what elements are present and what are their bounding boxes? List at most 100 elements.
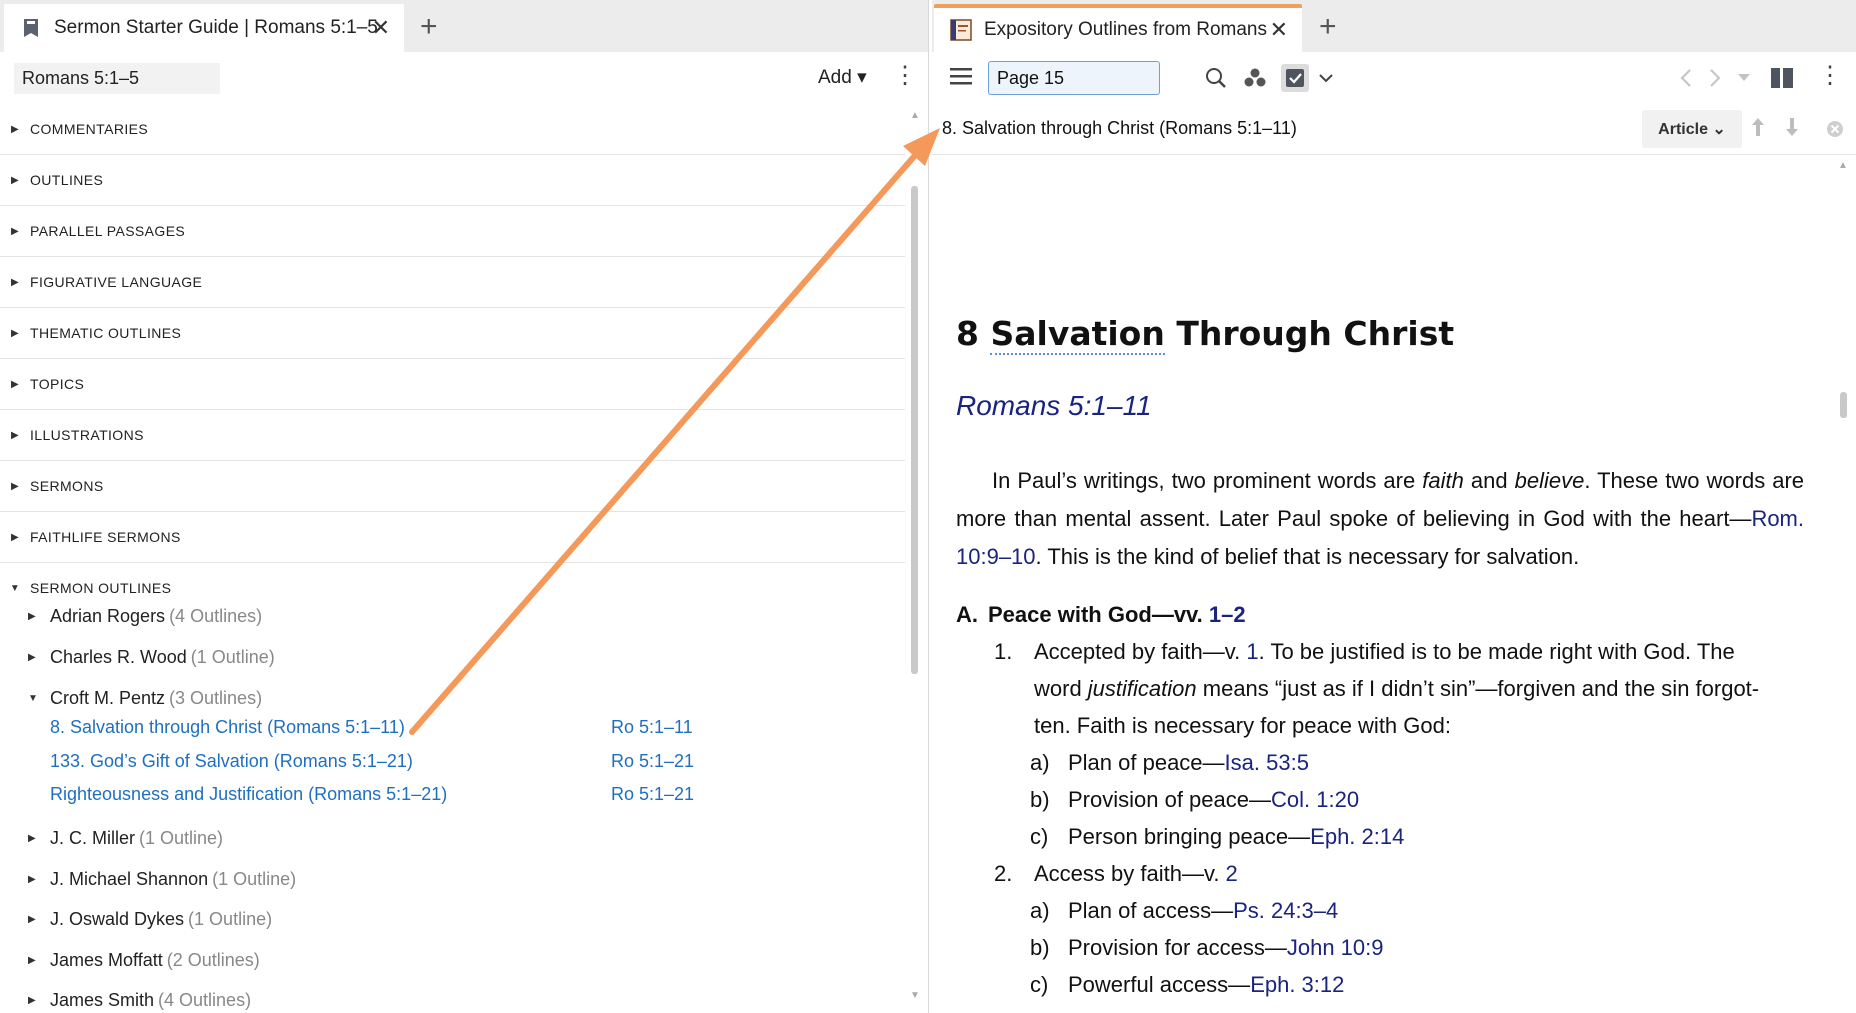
chapter-scripture-ref[interactable]: Romans 5:1–11 (956, 390, 1152, 422)
new-tab-button[interactable]: + (1319, 12, 1337, 42)
outline-link-gods-gift-of-salvation[interactable]: 133. God’s Gift of Salvation (Romans 5:1… (50, 751, 413, 772)
section-faithlife-sermons[interactable]: ▶ FAITHLIFE SERMONS (0, 512, 905, 563)
scroll-up-icon[interactable]: ▲ (910, 110, 920, 121)
checklist-icon[interactable] (1281, 64, 1309, 92)
resource-content: 8 Salvation Through Christ Romans 5:1–11… (956, 154, 1820, 1013)
current-location: 8. Salvation through Christ (Romans 5:1–… (942, 118, 1297, 138)
outline-link-salvation-through-christ[interactable]: 8. Salvation through Christ (Romans 5:1–… (50, 717, 405, 738)
section-outlines[interactable]: ▶ OUTLINES (0, 155, 905, 206)
author-james-smith[interactable]: ▶ James Smith (4 Outlines) (28, 990, 251, 1011)
expand-triangle-icon: ▶ (10, 225, 20, 237)
outline-marker: 1. (994, 639, 1013, 664)
author-croft-m-pentz[interactable]: ▼ Croft M. Pentz (3 Outlines) (28, 688, 262, 709)
intro-paragraph: In Paul’s writings, two prominent words … (956, 462, 1804, 576)
section-label: SERMONS (30, 478, 104, 494)
section-label: TOPICS (30, 376, 85, 392)
clear-location-icon[interactable] (1826, 120, 1844, 143)
next-article-icon[interactable] (1784, 116, 1800, 143)
author-j-c-miller[interactable]: ▶ J. C. Miller (1 Outline) (28, 828, 223, 849)
outline-marker: c) (1030, 972, 1049, 997)
outline-count: (1 Outline) (190, 647, 275, 667)
outline-marker: a) (1030, 898, 1050, 923)
section-figurative-language[interactable]: ▶ FIGURATIVE LANGUAGE (0, 257, 905, 308)
outline-sub-b1: b) Provision of peace—Col. 1:20 (1030, 787, 1359, 813)
scripture-ref-link[interactable]: John 10:9 (1287, 935, 1384, 960)
left-tab-bar: Sermon Starter Guide | Romans 5:1–5 ✕ + (0, 0, 928, 52)
add-menu-button[interactable]: Add ▾ (818, 66, 867, 89)
close-tab-icon[interactable]: ✕ (372, 17, 390, 39)
outline-sub-c2: c) Powerful access—Eph. 3:12 (1030, 972, 1344, 998)
page-input[interactable] (988, 61, 1160, 95)
outline-ref-link[interactable]: Ro 5:1–21 (611, 751, 694, 772)
more-options-icon[interactable]: ⋮ (1818, 64, 1842, 88)
scripture-ref-link[interactable]: Col. 1:20 (1271, 787, 1359, 812)
outline-ref-link[interactable]: Ro 5:1–11 (611, 717, 693, 738)
scripture-ref-link[interactable]: Eph. 2:14 (1310, 824, 1404, 849)
expand-triangle-icon: ▶ (10, 276, 20, 288)
section-commentaries[interactable]: ▶ COMMENTARIES (0, 104, 905, 155)
scripture-ref-link[interactable]: 1 (1246, 639, 1258, 664)
scroll-up-icon[interactable]: ▲ (1838, 160, 1848, 171)
book-cover-icon (948, 17, 974, 43)
scripture-ref-link[interactable]: 2 (1226, 861, 1238, 886)
author-name: Croft M. Pentz (50, 688, 166, 708)
section-topics[interactable]: ▶ TOPICS (0, 359, 905, 410)
author-james-moffatt[interactable]: ▶ James Moffatt (2 Outlines) (28, 950, 260, 971)
menu-icon[interactable] (950, 66, 972, 91)
outline-sub-c1: c) Person bringing peace—Eph. 2:14 (1030, 824, 1404, 850)
outline-ref-link[interactable]: Ro 5:1–21 (611, 784, 694, 805)
right-tab-bar: Expository Outlines from Romans ✕ + (932, 0, 1856, 52)
outline-text: word (1034, 676, 1088, 701)
author-name: Adrian Rogers (50, 606, 166, 626)
visual-filter-icon[interactable] (1241, 64, 1269, 92)
intro-italic-believe: believe (1514, 468, 1585, 493)
new-tab-button[interactable]: + (420, 12, 438, 42)
expand-triangle-icon: ▶ (10, 480, 20, 492)
expand-triangle-icon: ▶ (28, 955, 36, 966)
outline-link-righteousness-and-justification[interactable]: Righteousness and Justification (Romans … (50, 784, 447, 805)
scripture-ref-link[interactable]: Eph. 3:12 (1250, 972, 1344, 997)
outline-text: Provision for access— (1068, 935, 1287, 960)
close-tab-icon[interactable]: ✕ (1270, 19, 1288, 41)
passage-input[interactable] (14, 63, 220, 94)
section-label: PARALLEL PASSAGES (30, 223, 186, 239)
back-arrow-icon[interactable] (1672, 64, 1700, 92)
section-thematic-outlines[interactable]: ▶ THEMATIC OUTLINES (0, 308, 905, 359)
forward-arrow-icon[interactable] (1701, 64, 1729, 92)
scripture-ref-link[interactable]: Isa. 53:5 (1225, 750, 1309, 775)
chapter-title-word[interactable]: Salvation (990, 314, 1165, 355)
article-dropdown-button[interactable]: Article ⌄ (1642, 110, 1742, 148)
outline-item-2: 2. Access by faith—v. 2 (994, 861, 1238, 887)
scripture-ref-link[interactable]: 1–2 (1209, 602, 1246, 627)
right-scrollbar-thumb[interactable] (1840, 392, 1847, 418)
history-dropdown-icon[interactable] (1730, 64, 1758, 92)
author-j-oswald-dykes[interactable]: ▶ J. Oswald Dykes (1 Outline) (28, 909, 272, 930)
search-icon[interactable] (1202, 64, 1230, 92)
previous-article-icon[interactable] (1750, 116, 1766, 143)
author-adrian-rogers[interactable]: ▶ Adrian Rogers (4 Outlines) (28, 606, 262, 627)
chevron-down-icon[interactable] (1312, 64, 1340, 92)
section-sermons[interactable]: ▶ SERMONS (0, 461, 905, 512)
outline-marker: c) (1030, 824, 1049, 849)
outline-count: (4 Outlines) (158, 990, 252, 1010)
scripture-ref-link[interactable]: Ps. 24:3–4 (1233, 898, 1338, 923)
author-j-michael-shannon[interactable]: ▶ J. Michael Shannon (1 Outline) (28, 869, 296, 890)
intro-text: . This is the kind of belief that is nec… (1035, 544, 1580, 569)
author-name: J. C. Miller (50, 828, 135, 848)
outline-marker: b) (1030, 935, 1050, 960)
chapter-number: 8 (956, 314, 979, 353)
tab-sermon-starter-guide[interactable]: Sermon Starter Guide | Romans 5:1–5 ✕ (4, 4, 404, 52)
section-parallel-passages[interactable]: ▶ PARALLEL PASSAGES (0, 206, 905, 257)
expand-triangle-icon: ▶ (28, 652, 36, 663)
author-charles-r-wood[interactable]: ▶ Charles R. Wood (1 Outline) (28, 647, 275, 668)
scroll-down-icon[interactable]: ▼ (910, 990, 920, 1001)
outline-text: Peace with God—vv. (988, 602, 1209, 627)
collapse-triangle-icon: ▼ (9, 582, 21, 594)
location-bar: 8. Salvation through Christ (Romans 5:1–… (932, 104, 1856, 155)
left-scrollbar-thumb[interactable] (911, 186, 918, 674)
split-view-icon[interactable] (1768, 64, 1796, 92)
tab-title: Sermon Starter Guide | Romans 5:1–5 (54, 17, 378, 38)
more-options-icon[interactable]: ⋮ (893, 64, 917, 88)
section-illustrations[interactable]: ▶ ILLUSTRATIONS (0, 410, 905, 461)
tab-expository-outlines[interactable]: Expository Outlines from Romans ✕ (934, 4, 1302, 52)
